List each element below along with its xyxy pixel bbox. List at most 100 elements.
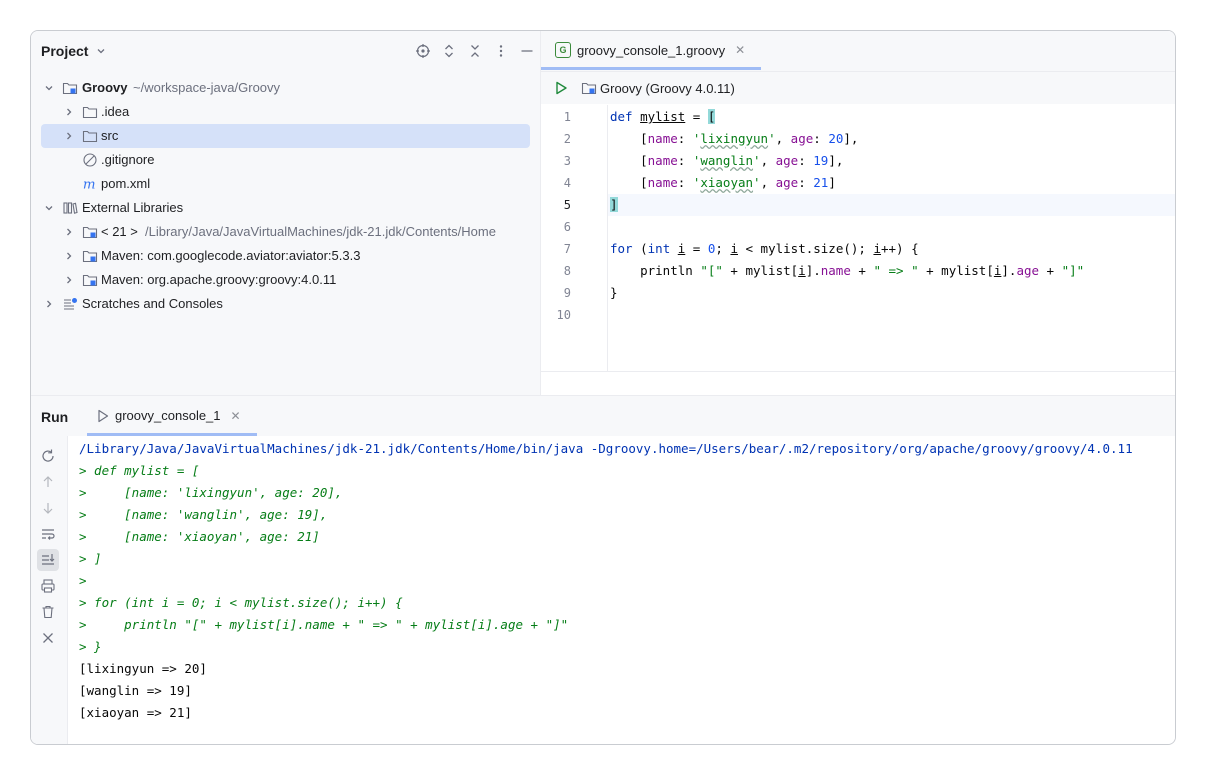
- tree-item-src[interactable]: src: [41, 124, 530, 148]
- active-tab-indicator: [87, 433, 257, 436]
- close-icon[interactable]: ✕: [231, 409, 241, 423]
- line-gutter: 1 2 3 4 5 6 7 8 9 10: [541, 105, 608, 371]
- tree-item-pom[interactable]: m pom.xml: [31, 172, 540, 196]
- tree-item-label: Groovy: [82, 80, 128, 95]
- tree-item-label: Scratches and Consoles: [82, 296, 223, 311]
- tree-item-jdk[interactable]: < 21 > /Library/Java/JavaVirtualMachines…: [31, 220, 540, 244]
- tree-item-groovy[interactable]: Groovy ~/workspace-java/Groovy: [31, 76, 540, 100]
- module-icon: [581, 80, 597, 96]
- run-header: Run groovy_console_1 ✕: [31, 396, 1175, 436]
- chevron-right-icon[interactable]: [62, 244, 76, 268]
- code-line: [name: 'lixingyun', age: 20],: [610, 131, 859, 146]
- tree-item-idea[interactable]: .idea: [31, 100, 540, 124]
- tree-item-gitignore[interactable]: .gitignore: [31, 148, 540, 172]
- chevron-down-icon[interactable]: [42, 76, 56, 100]
- expand-all-icon[interactable]: [436, 41, 462, 61]
- soft-wrap-icon[interactable]: [37, 523, 59, 545]
- code-line: [name: 'wanglin', age: 19],: [610, 153, 844, 168]
- trash-icon[interactable]: [37, 601, 59, 623]
- chevron-right-icon[interactable]: [62, 220, 76, 244]
- minimize-icon[interactable]: [514, 41, 540, 61]
- tree-item-label: .gitignore: [101, 152, 155, 167]
- console-line: /Library/Java/JavaVirtualMachines/jdk-21…: [79, 441, 1133, 456]
- more-icon[interactable]: [488, 41, 514, 61]
- run-config-label: Groovy (Groovy 4.0.11): [600, 80, 735, 96]
- library-icon: [82, 268, 98, 292]
- collapse-all-icon[interactable]: [462, 41, 488, 61]
- tree-item-path: ~/workspace-java/Groovy: [133, 80, 281, 95]
- tree-item-maven-groovy[interactable]: Maven: org.apache.groovy:groovy:4.0.11: [31, 268, 540, 292]
- console-line: [wanglin => 19]: [79, 683, 192, 698]
- project-panel: Project Groovy ~/workspace-java/Groovy .…: [31, 31, 541, 395]
- tree-item-label: Maven: com.googlecode.aviator:aviator:5.…: [101, 248, 361, 263]
- console-line: > ]: [79, 551, 102, 566]
- tree-item-label: < 21 >: [101, 224, 138, 239]
- run-icon[interactable]: [553, 80, 569, 101]
- tree-item-scratches[interactable]: Scratches and Consoles: [31, 292, 540, 316]
- chevron-down-icon: [96, 46, 106, 59]
- run-tab[interactable]: groovy_console_1 ✕: [97, 408, 241, 423]
- tree-item-external-libraries[interactable]: External Libraries: [31, 196, 540, 220]
- library-icon: [82, 244, 98, 268]
- chevron-right-icon[interactable]: [62, 268, 76, 292]
- rerun-icon[interactable]: [37, 445, 59, 467]
- scratches-icon: [62, 292, 78, 316]
- tree-item-label: pom.xml: [101, 176, 151, 191]
- code-line: println "[" + mylist[i].name + " => " + …: [610, 263, 1085, 278]
- chevron-right-icon[interactable]: [62, 124, 76, 148]
- console-line: > [name: 'lixingyun', age: 20],: [79, 485, 343, 500]
- svg-text:m: m: [83, 177, 96, 192]
- locate-icon[interactable]: [410, 41, 436, 61]
- line-number: 8: [563, 264, 571, 278]
- code-line: for (int i = 0; i < mylist.size(); i++) …: [610, 241, 919, 256]
- line-number: 1: [563, 110, 571, 124]
- tree-item-label: External Libraries: [82, 200, 184, 215]
- close-icon[interactable]: [37, 627, 59, 649]
- project-title-label: Project: [41, 43, 89, 59]
- run-icon: [97, 409, 109, 423]
- code-line: def mylist = [: [610, 109, 716, 124]
- groovy-file-icon: G: [555, 42, 571, 58]
- console-line: >: [79, 573, 87, 588]
- project-tree: Groovy ~/workspace-java/Groovy .idea src…: [31, 76, 540, 316]
- chevron-right-icon[interactable]: [62, 100, 76, 124]
- active-tab-indicator: [541, 67, 761, 70]
- code-area[interactable]: 1 2 3 4 5 6 7 8 9 10 def mylist = [ [nam…: [541, 105, 1175, 371]
- tree-item-label: src: [101, 128, 119, 143]
- line-number: 5: [563, 198, 571, 212]
- jdk-icon: [82, 220, 98, 244]
- line-number: 2: [563, 132, 571, 146]
- ignore-file-icon: [82, 148, 98, 172]
- down-arrow-icon[interactable]: [37, 497, 59, 519]
- close-icon[interactable]: ✕: [735, 43, 745, 57]
- code-line-current: ]: [608, 194, 1175, 216]
- run-toolbar: Groovy (Groovy 4.0.11): [541, 72, 1175, 104]
- editor-bottom-strip: [541, 371, 1175, 396]
- console-line: > [name: 'wanglin', age: 19],: [79, 507, 328, 522]
- tree-item-label: .idea: [101, 104, 130, 119]
- run-config-selector[interactable]: Groovy (Groovy 4.0.11): [581, 80, 735, 96]
- editor-tab-label: groovy_console_1.groovy: [577, 42, 726, 58]
- code-line: [name: 'xiaoyan', age: 21]: [610, 175, 836, 190]
- tree-item-maven-aviator[interactable]: Maven: com.googlecode.aviator:aviator:5.…: [31, 244, 540, 268]
- line-number: 9: [563, 286, 571, 300]
- tree-item-path: /Library/Java/JavaVirtualMachines/jdk-21…: [145, 224, 496, 239]
- editor-tab-bar: G groovy_console_1.groovy ✕: [541, 31, 1175, 72]
- module-icon: [62, 76, 78, 100]
- chevron-right-icon[interactable]: [42, 292, 56, 316]
- print-icon[interactable]: [37, 575, 59, 597]
- run-sidebar: [31, 436, 68, 744]
- console-line: > for (int i = 0; i < mylist.size(); i++…: [79, 595, 403, 610]
- console-line: > }: [79, 639, 102, 654]
- editor-tab[interactable]: G groovy_console_1.groovy ✕: [555, 42, 745, 58]
- up-arrow-icon[interactable]: [37, 471, 59, 493]
- editor-panel: G groovy_console_1.groovy ✕ Groovy (Groo…: [541, 31, 1175, 396]
- console-line: > def mylist = [: [79, 463, 200, 478]
- project-title[interactable]: Project: [41, 43, 106, 59]
- console-output[interactable]: /Library/Java/JavaVirtualMachines/jdk-21…: [79, 438, 1175, 724]
- scroll-to-end-icon[interactable]: [37, 549, 59, 571]
- maven-icon: m: [82, 172, 98, 196]
- folder-icon: [82, 124, 98, 148]
- console-line: [lixingyun => 20]: [79, 661, 207, 676]
- chevron-down-icon[interactable]: [42, 196, 56, 220]
